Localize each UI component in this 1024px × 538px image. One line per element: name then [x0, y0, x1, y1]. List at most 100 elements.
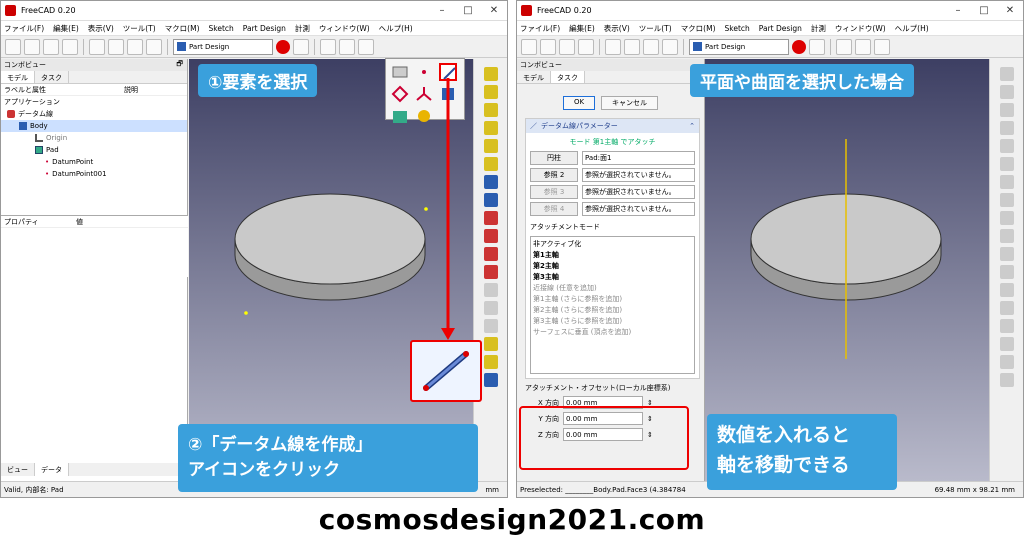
- bounding-box-icon[interactable]: [999, 301, 1014, 315]
- tree-item-datumline[interactable]: データム線: [1, 108, 187, 120]
- datum-point-icon[interactable]: [415, 63, 433, 81]
- menu-measure[interactable]: 計測: [295, 23, 310, 34]
- ok-button[interactable]: OK: [562, 96, 596, 110]
- helix-tool-icon[interactable]: [483, 139, 498, 153]
- menu-sketch[interactable]: Sketch: [725, 24, 750, 33]
- view-iso-icon[interactable]: [999, 85, 1014, 99]
- ref2-button[interactable]: 参照 2: [530, 168, 578, 182]
- additive-box-icon[interactable]: [483, 157, 498, 171]
- save-as-icon[interactable]: [578, 38, 594, 55]
- tab-data[interactable]: データ: [35, 463, 69, 476]
- create-sketch-icon[interactable]: [855, 38, 871, 55]
- menu-edit[interactable]: 編集(E): [53, 23, 79, 34]
- undo-icon[interactable]: [146, 38, 162, 55]
- menu-macro[interactable]: マクロ(M): [681, 23, 716, 34]
- copy-icon[interactable]: [108, 38, 124, 55]
- view-rear-icon[interactable]: [999, 157, 1014, 171]
- tree-item-datumpoint001[interactable]: • DatumPoint001: [1, 168, 187, 180]
- collapse-icon[interactable]: ⌃: [689, 122, 695, 130]
- view-fit-icon[interactable]: [999, 67, 1014, 81]
- new-file-icon[interactable]: [5, 38, 21, 55]
- measure-clear-icon[interactable]: [999, 265, 1014, 279]
- menu-sketch[interactable]: Sketch: [209, 24, 234, 33]
- workbench-selector[interactable]: Part Design: [173, 38, 273, 55]
- pipe-tool-icon[interactable]: [483, 121, 498, 135]
- ref4-button[interactable]: 参照 4: [530, 202, 578, 216]
- menu-view[interactable]: 表示(V): [604, 23, 630, 34]
- draft-tool-icon[interactable]: [483, 373, 498, 387]
- part-cone-icon[interactable]: [999, 355, 1014, 369]
- paste-icon[interactable]: [643, 38, 659, 55]
- groove-tool-icon[interactable]: [483, 211, 498, 225]
- tab-task[interactable]: タスク: [551, 71, 585, 83]
- pad-tool-icon[interactable]: [483, 67, 498, 81]
- loft-tool-icon[interactable]: [483, 103, 498, 117]
- part-box-icon[interactable]: [999, 319, 1014, 333]
- cut-icon[interactable]: [605, 38, 621, 55]
- tab-view[interactable]: ビュー: [1, 463, 35, 476]
- measure-icon[interactable]: [999, 211, 1014, 225]
- maximize-icon[interactable]: □: [455, 5, 481, 16]
- menu-edit[interactable]: 編集(E): [569, 23, 595, 34]
- menu-file[interactable]: ファイル(F): [4, 23, 44, 34]
- open-file-icon[interactable]: [540, 38, 556, 55]
- measure-linear-icon[interactable]: [999, 229, 1014, 243]
- list-item[interactable]: 第3主軸 (さらに参照を追加): [533, 316, 692, 327]
- axis-cross-icon[interactable]: [999, 373, 1014, 387]
- record-macro-icon[interactable]: [276, 39, 290, 54]
- tab-model[interactable]: モデル: [1, 71, 35, 83]
- list-item[interactable]: 第1主軸 (さらに参照を追加): [533, 294, 692, 305]
- menu-help[interactable]: ヘルプ(H): [895, 23, 929, 34]
- view-bottom-icon[interactable]: [999, 175, 1014, 189]
- linear-pattern-icon[interactable]: [483, 301, 498, 315]
- tree-item-pad[interactable]: Pad: [1, 144, 187, 156]
- view-right-icon[interactable]: [999, 139, 1014, 153]
- list-item[interactable]: 第3主軸: [533, 272, 692, 283]
- menu-measure[interactable]: 計測: [811, 23, 826, 34]
- ref1-field[interactable]: Pad:面1: [582, 151, 695, 165]
- menu-view[interactable]: 表示(V): [88, 23, 114, 34]
- view-left-icon[interactable]: [999, 193, 1014, 207]
- view-top-icon[interactable]: [999, 121, 1014, 135]
- tree-item-body[interactable]: Body: [1, 120, 187, 132]
- tab-task[interactable]: タスク: [35, 71, 69, 83]
- undo-icon[interactable]: [662, 38, 678, 55]
- ref2-field[interactable]: 参照が選択されていません。: [582, 168, 695, 182]
- tree-item-datumpoint[interactable]: • DatumPoint: [1, 156, 187, 168]
- pocket-tool-icon[interactable]: [483, 175, 498, 189]
- macro-editor-icon[interactable]: [293, 38, 309, 55]
- list-item[interactable]: 第1主軸: [533, 250, 692, 261]
- menu-window[interactable]: ウィンドウ(W): [319, 23, 370, 34]
- menu-file[interactable]: ファイル(F): [520, 23, 560, 34]
- record-macro-icon[interactable]: [792, 39, 806, 54]
- revolve-tool-icon[interactable]: [483, 85, 498, 99]
- new-file-icon[interactable]: [521, 38, 537, 55]
- menu-help[interactable]: ヘルプ(H): [379, 23, 413, 34]
- paste-icon[interactable]: [127, 38, 143, 55]
- measure-toggle-icon[interactable]: [999, 283, 1014, 297]
- save-as-icon[interactable]: [62, 38, 78, 55]
- part-cylinder-icon[interactable]: [999, 337, 1014, 351]
- menu-partdesign[interactable]: Part Design: [759, 24, 802, 33]
- close-icon[interactable]: ✕: [481, 5, 507, 16]
- maximize-icon[interactable]: □: [971, 5, 997, 16]
- save-icon[interactable]: [43, 38, 59, 55]
- datum-toolbar-icon[interactable]: [358, 38, 374, 55]
- float-icon[interactable]: 🗗: [176, 60, 183, 71]
- menu-window[interactable]: ウィンドウ(W): [835, 23, 886, 34]
- list-item[interactable]: サーフェスに垂直 (頂点を追加): [533, 327, 692, 338]
- menu-tools[interactable]: ツール(T): [639, 23, 672, 34]
- sub-shape-binder-icon[interactable]: [391, 107, 409, 125]
- open-file-icon[interactable]: [24, 38, 40, 55]
- menu-partdesign[interactable]: Part Design: [243, 24, 286, 33]
- view-front-icon[interactable]: [999, 103, 1014, 117]
- ref3-button[interactable]: 参照 3: [530, 185, 578, 199]
- cut-icon[interactable]: [89, 38, 105, 55]
- minimize-icon[interactable]: –: [945, 5, 971, 16]
- shape-binder-icon[interactable]: [391, 85, 409, 103]
- menu-macro[interactable]: マクロ(M): [165, 23, 200, 34]
- datum-gear-icon[interactable]: [415, 107, 433, 125]
- measure-angle-icon[interactable]: [999, 247, 1014, 261]
- create-sketch-icon[interactable]: [339, 38, 355, 55]
- list-item[interactable]: 第2主軸: [533, 261, 692, 272]
